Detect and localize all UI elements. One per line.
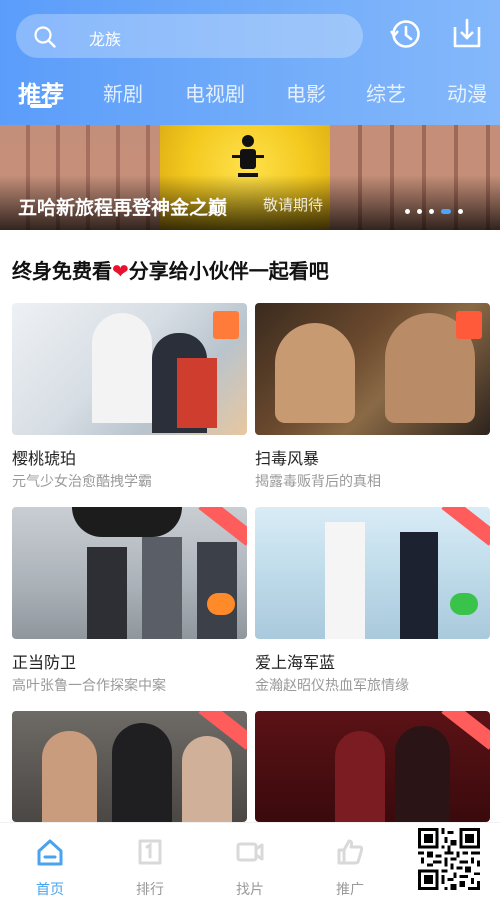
status-badge [207,593,235,615]
video-card[interactable] [255,711,490,822]
video-subtitle: 元气少女治愈酷拽学霸 [12,474,152,490]
video-card[interactable]: 正当防卫 高叶张鲁一合作探案中案 [12,507,247,697]
search-bar[interactable]: 龙族 [16,14,363,58]
home-icon [37,839,63,866]
video-thumbnail[interactable] [12,303,247,435]
video-subtitle: 金瀚赵昭仪热血军旅情缘 [255,678,409,694]
banner-subtitle: 敬请期待 [263,196,324,214]
pagination-dot [405,209,410,214]
video-card[interactable]: 爱上海军蓝 金瀚赵昭仪热血军旅情缘 [255,507,490,697]
video-thumbnail[interactable] [12,507,247,639]
corner-badge [456,311,482,339]
pagination-dot-active [441,209,451,214]
ranking-icon [138,839,162,865]
video-subtitle: 揭露毒贩背后的真相 [255,474,381,490]
video-thumbnail[interactable] [255,711,490,822]
tab-variety[interactable]: 综艺 [366,78,406,107]
video-thumbnail[interactable] [12,711,247,822]
tab-new-shows[interactable]: 新剧 [103,78,143,107]
thumbs-up-icon [337,839,364,865]
qr-code-image[interactable] [418,828,480,890]
video-card[interactable] [12,711,247,822]
nav-item-find-video[interactable]: 找片 [220,831,280,898]
nav-item-ranking[interactable]: 排行 [120,831,180,898]
pagination-dot [417,209,422,214]
banner-title: 五哈新旅程再登神金之巅 [18,197,228,219]
tab-anime[interactable]: 动漫 [447,78,487,107]
download-icon[interactable] [450,17,484,51]
video-card[interactable]: 扫毒风暴 揭露毒贩背后的真相 [255,303,490,493]
video-thumbnail[interactable] [255,303,490,435]
corner-badge [213,311,239,339]
top-header: 龙族 推荐 新剧 电视剧 电影 综艺 动漫 [0,0,500,125]
nav-item-home[interactable]: 首页 [20,831,80,898]
section-title: 终身免费看❤分享给小伙伴一起看吧 [12,255,329,284]
tab-tv-series[interactable]: 电视剧 [185,78,245,107]
status-badge [450,593,478,615]
tab-movies[interactable]: 电影 [286,78,326,107]
video-title: 正当防卫 [12,653,77,672]
category-tabs: 推荐 新剧 电视剧 电影 综艺 动漫 [0,72,500,112]
search-query[interactable]: 龙族 [89,26,121,50]
nav-item-promote[interactable]: 推广 [320,831,380,898]
section-title-part1: 终身免费看 [12,259,112,283]
search-icon [34,26,56,48]
heart-icon: ❤ [112,259,129,283]
badge-tag [198,507,247,546]
video-subtitle: 高叶张鲁一合作探案中案 [12,678,166,694]
nav-label-home: 首页 [36,882,64,898]
video-title: 扫毒风暴 [255,449,320,468]
history-icon[interactable] [388,17,422,51]
section-title-part2: 分享给小伙伴一起看吧 [128,259,329,283]
nav-label-promote: 推广 [336,882,364,898]
video-card[interactable]: 樱桃琥珀 元气少女治愈酷拽学霸 [12,303,247,493]
video-icon [236,842,264,862]
pagination-dot [429,209,434,214]
nav-label-find-video: 找片 [236,882,264,898]
badge-tag [441,507,490,546]
pagination-dot [458,209,463,214]
video-thumbnail[interactable] [255,507,490,639]
video-title: 爱上海军蓝 [255,653,336,672]
nav-label-ranking: 排行 [136,882,164,898]
video-title: 樱桃琥珀 [12,449,77,468]
active-tab-indicator [30,104,52,108]
hero-banner[interactable]: 五哈新旅程再登神金之巅 敬请期待 [0,125,500,230]
